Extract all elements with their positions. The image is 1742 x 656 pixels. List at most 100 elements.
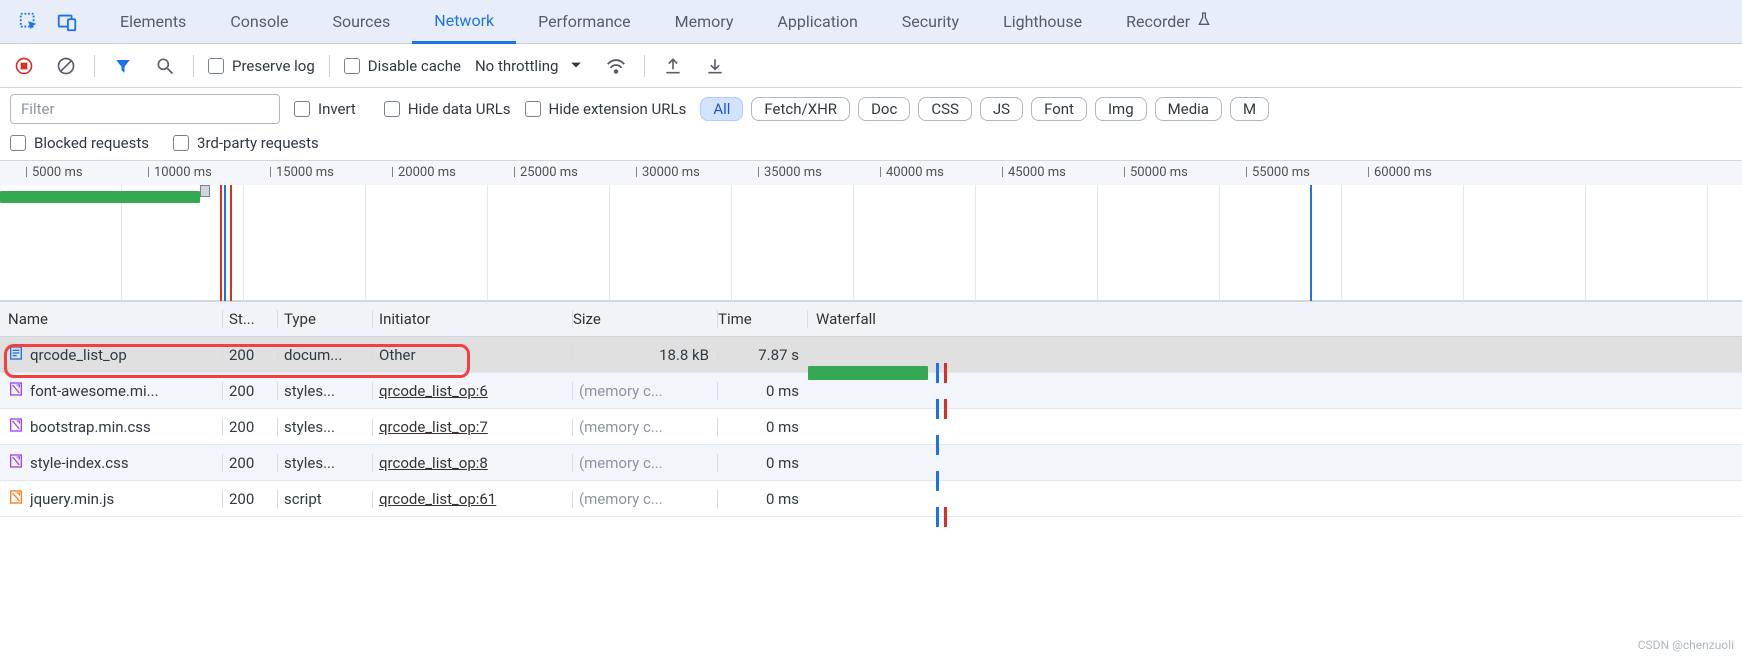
- filter-input[interactable]: [10, 94, 280, 124]
- waterfall-dcl-marker: [936, 399, 939, 419]
- cell-name: bootstrap.min.css: [0, 417, 222, 437]
- throttling-select[interactable]: No throttling: [475, 57, 588, 75]
- separator: [329, 55, 330, 77]
- device-toolbar-icon[interactable]: [48, 0, 86, 44]
- file-name: style-index.css: [30, 454, 129, 472]
- timeline-cursor: [1310, 185, 1312, 301]
- col-header-waterfall[interactable]: Waterfall: [807, 310, 1742, 328]
- network-conditions-icon[interactable]: [602, 52, 630, 80]
- cell-initiator[interactable]: qrcode_list_op:6: [372, 382, 572, 400]
- filter-chip-media[interactable]: Media: [1155, 97, 1222, 121]
- cell-type: styles...: [277, 382, 372, 400]
- tab-security[interactable]: Security: [880, 0, 981, 44]
- col-header-type[interactable]: Type: [277, 310, 372, 328]
- tab-application[interactable]: Application: [755, 0, 879, 44]
- filter-chip-all[interactable]: All: [700, 97, 743, 121]
- invert-label: Invert: [318, 100, 356, 118]
- waterfall-load-marker: [944, 363, 947, 383]
- tab-elements[interactable]: Elements: [98, 0, 208, 44]
- checkbox-icon: [10, 135, 26, 151]
- cell-initiator[interactable]: qrcode_list_op:61: [372, 490, 572, 508]
- waterfall-dcl-marker: [936, 507, 939, 527]
- css-file-icon: [8, 417, 24, 437]
- search-icon[interactable]: [151, 52, 179, 80]
- tab-network[interactable]: Network: [412, 0, 516, 44]
- cell-initiator[interactable]: qrcode_list_op:7: [372, 418, 572, 436]
- checkbox-icon: [525, 101, 541, 117]
- file-name: bootstrap.min.css: [30, 418, 151, 436]
- filter-chip-font[interactable]: Font: [1031, 97, 1087, 121]
- cell-time: 0 ms: [717, 418, 807, 436]
- checkbox-icon: [344, 58, 360, 74]
- record-button[interactable]: [10, 52, 38, 80]
- col-header-time[interactable]: Time: [717, 310, 807, 328]
- cell-time: 0 ms: [717, 382, 807, 400]
- timeline-tick: 25000 ms: [520, 165, 578, 180]
- inspect-element-icon[interactable]: [10, 0, 48, 44]
- col-header-name[interactable]: Name: [0, 310, 222, 328]
- tab-memory[interactable]: Memory: [653, 0, 756, 44]
- timeline-overview[interactable]: 5000 ms10000 ms15000 ms20000 ms25000 ms3…: [0, 161, 1742, 301]
- checkbox-icon: [294, 101, 310, 117]
- hide-data-urls-checkbox[interactable]: Hide data URLs: [384, 100, 511, 118]
- css-file-icon: [8, 453, 24, 473]
- cell-status: 200: [222, 382, 277, 400]
- timeline-tick: 55000 ms: [1252, 165, 1310, 180]
- cell-status: 200: [222, 490, 277, 508]
- timeline-tick: 35000 ms: [764, 165, 822, 180]
- preserve-log-checkbox[interactable]: Preserve log: [208, 57, 315, 75]
- cell-time: 7.87 s: [717, 346, 807, 364]
- filter-chip-m[interactable]: M: [1230, 97, 1269, 121]
- preserve-log-label: Preserve log: [232, 57, 315, 75]
- filter-chip-js[interactable]: JS: [980, 97, 1023, 121]
- filter-chip-css[interactable]: CSS: [918, 97, 972, 121]
- table-row[interactable]: style-index.css200styles...qrcode_list_o…: [0, 445, 1742, 481]
- third-party-checkbox[interactable]: 3rd-party requests: [173, 134, 319, 152]
- download-har-icon[interactable]: [701, 52, 729, 80]
- tab-lighthouse[interactable]: Lighthouse: [981, 0, 1104, 44]
- timeline-tick: 5000 ms: [32, 165, 83, 180]
- blocked-requests-checkbox[interactable]: Blocked requests: [10, 134, 149, 152]
- network-table-header: Name St... Type Initiator Size Time Wate…: [0, 301, 1742, 337]
- filter-toggle-icon[interactable]: [109, 52, 137, 80]
- devtools-tab-bar: ElementsConsoleSourcesNetworkPerformance…: [0, 0, 1742, 44]
- waterfall-load-marker: [944, 507, 947, 527]
- cell-type: script: [277, 490, 372, 508]
- clear-button[interactable]: [52, 52, 80, 80]
- disable-cache-checkbox[interactable]: Disable cache: [344, 57, 461, 75]
- timeline-ruler: 5000 ms10000 ms15000 ms20000 ms25000 ms3…: [0, 161, 1742, 185]
- checkbox-icon: [384, 101, 400, 117]
- hide-data-urls-label: Hide data URLs: [408, 100, 511, 118]
- filter-chip-doc[interactable]: Doc: [858, 97, 910, 121]
- timeline-tick: 50000 ms: [1130, 165, 1188, 180]
- tab-performance[interactable]: Performance: [516, 0, 653, 44]
- filter-chip-img[interactable]: Img: [1095, 97, 1147, 121]
- cell-initiator[interactable]: qrcode_list_op:8: [372, 454, 572, 472]
- tab-recorder[interactable]: Recorder: [1104, 0, 1234, 44]
- filter-chip-fetchxhr[interactable]: Fetch/XHR: [751, 97, 850, 121]
- tab-console[interactable]: Console: [208, 0, 310, 44]
- cell-name: font-awesome.mi...: [0, 381, 222, 401]
- blocked-requests-label: Blocked requests: [34, 134, 149, 152]
- timeline-handle[interactable]: [200, 185, 210, 197]
- hide-extension-urls-checkbox[interactable]: Hide extension URLs: [525, 100, 687, 118]
- upload-har-icon[interactable]: [659, 52, 687, 80]
- timeline-tick: 40000 ms: [886, 165, 944, 180]
- timeline-tick: 60000 ms: [1374, 165, 1432, 180]
- separator: [644, 55, 645, 77]
- col-header-size[interactable]: Size: [572, 310, 717, 328]
- cell-size: 18.8 kB: [572, 346, 717, 364]
- css-file-icon: [8, 381, 24, 401]
- col-header-status[interactable]: St...: [222, 310, 277, 328]
- tab-sources[interactable]: Sources: [310, 0, 412, 44]
- file-name: jquery.min.js: [30, 490, 114, 508]
- table-row[interactable]: bootstrap.min.css200styles...qrcode_list…: [0, 409, 1742, 445]
- cell-time: 0 ms: [717, 454, 807, 472]
- invert-checkbox[interactable]: Invert: [294, 100, 356, 118]
- separator: [193, 55, 194, 77]
- third-party-label: 3rd-party requests: [197, 134, 319, 152]
- table-row[interactable]: jquery.min.js200scriptqrcode_list_op:61(…: [0, 481, 1742, 517]
- cell-name: style-index.css: [0, 453, 222, 473]
- timeline-activity-bar: [0, 191, 200, 203]
- col-header-initiator[interactable]: Initiator: [372, 310, 572, 328]
